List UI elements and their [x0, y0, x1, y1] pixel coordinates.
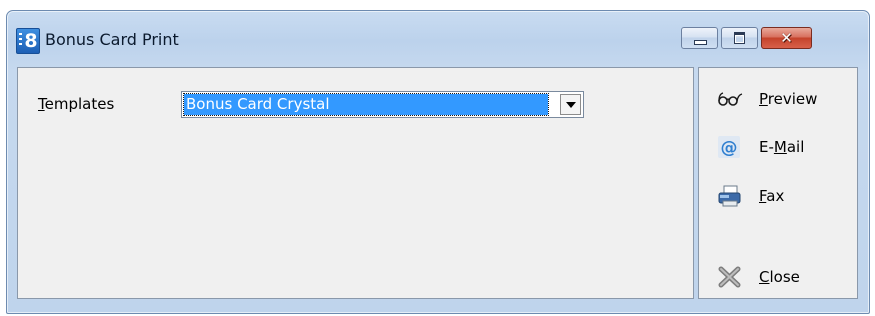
fax-label-rest: ax: [766, 187, 785, 205]
window-title: Bonus Card Print: [45, 30, 179, 49]
fax-label: Fax: [759, 186, 784, 206]
minimize-button[interactable]: [681, 27, 718, 49]
actions-panel: Preview @ E-Mail Fax Close: [698, 67, 858, 299]
templates-select[interactable]: Bonus Card Crystal: [181, 91, 584, 118]
at-sign-icon: @: [717, 136, 743, 158]
app-icon-glyph: 8: [24, 30, 38, 52]
maximize-icon: [734, 32, 745, 44]
fax-icon: [717, 185, 743, 207]
email-button[interactable]: @ E-Mail: [699, 132, 857, 162]
fax-button[interactable]: Fax: [699, 181, 857, 211]
email-label-rest: ail: [786, 138, 805, 156]
svg-text:@: @: [721, 138, 738, 158]
preview-label: Preview: [759, 89, 817, 109]
preview-label-accelerator: P: [759, 90, 768, 108]
close-window-button[interactable]: ✕: [761, 27, 812, 49]
window-bottom-border: [17, 301, 858, 307]
email-label-accelerator: M: [773, 138, 787, 156]
glasses-icon: [717, 88, 743, 110]
close-label-rest: lose: [769, 268, 800, 286]
close-label-accelerator: C: [759, 268, 770, 286]
email-label: E-Mail: [759, 137, 804, 157]
close-x-icon: [717, 266, 743, 288]
minimize-icon: [694, 40, 707, 45]
maximize-button[interactable]: [721, 27, 758, 49]
preview-button[interactable]: Preview: [699, 84, 857, 114]
close-icon: ✕: [780, 29, 793, 47]
email-label-prefix: E-: [759, 138, 774, 156]
templates-label-text: emplates: [44, 95, 115, 113]
templates-selected-value[interactable]: Bonus Card Crystal: [183, 93, 549, 116]
close-button[interactable]: Close: [699, 262, 857, 292]
title-bar[interactable]: 8 Bonus Card Print ✕: [7, 11, 869, 67]
app-icon: 8: [16, 28, 40, 54]
templates-label-accelerator: T: [38, 95, 45, 113]
preview-label-rest: review: [767, 90, 818, 108]
bonus-card-print-window: 8 Bonus Card Print ✕ Templates Bonus Car…: [6, 10, 870, 314]
close-label: Close: [759, 267, 800, 287]
dropdown-arrow-icon[interactable]: [560, 94, 581, 115]
form-panel: Templates Bonus Card Crystal: [17, 67, 694, 299]
templates-label: Templates: [38, 94, 114, 114]
